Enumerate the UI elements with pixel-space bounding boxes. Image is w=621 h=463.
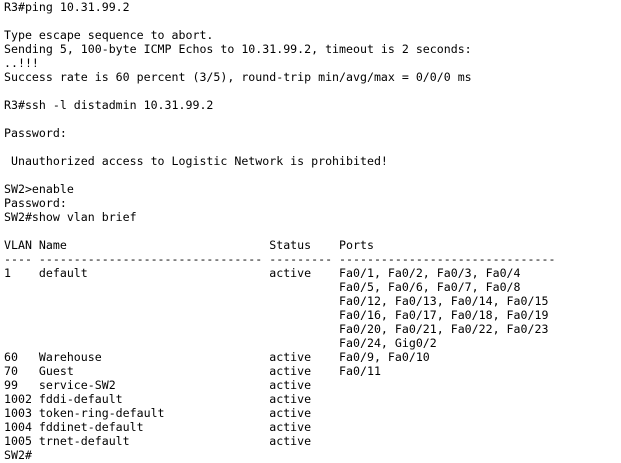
terminal-line: 1 default active Fa0/1, Fa0/2, Fa0/3, Fa…: [4, 266, 521, 280]
terminal-line: Type escape sequence to abort.: [4, 28, 214, 42]
terminal-console[interactable]: R3#ping 10.31.99.2 Type escape sequence …: [0, 0, 621, 463]
terminal-line: Fa0/5, Fa0/6, Fa0/7, Fa0/8: [4, 280, 521, 294]
terminal-line: Password:: [4, 196, 67, 210]
terminal-line: Fa0/12, Fa0/13, Fa0/14, Fa0/15: [4, 294, 549, 308]
terminal-line: SW2#show vlan brief: [4, 210, 137, 224]
terminal-line: R3#ping 10.31.99.2: [4, 0, 130, 14]
terminal-line: R3#ssh -l distadmin 10.31.99.2: [4, 98, 214, 112]
terminal-line: Fa0/20, Fa0/21, Fa0/22, Fa0/23: [4, 322, 549, 336]
terminal-line: 1005 trnet-default active: [4, 434, 312, 448]
terminal-line: Sending 5, 100-byte ICMP Echos to 10.31.…: [4, 42, 472, 56]
terminal-line: VLAN Name Status Ports: [4, 238, 374, 252]
terminal-line: 70 Guest active Fa0/11: [4, 364, 381, 378]
terminal-line: Password:: [4, 126, 67, 140]
terminal-line: 99 service-SW2 active: [4, 378, 312, 392]
terminal-line: Unauthorized access to Logistic Network …: [4, 154, 388, 168]
terminal-line: ..!!!: [4, 56, 39, 70]
terminal-line: Fa0/24, Gig0/2: [4, 336, 437, 350]
terminal-line: 60 Warehouse active Fa0/9, Fa0/10: [4, 350, 430, 364]
terminal-line: Success rate is 60 percent (3/5), round-…: [4, 70, 472, 84]
terminal-line: 1002 fddi-default active: [4, 392, 312, 406]
terminal-line: ---- -------------------------------- --…: [4, 252, 556, 266]
terminal-line: SW2>enable: [4, 182, 74, 196]
terminal-line: 1003 token-ring-default active: [4, 406, 312, 420]
terminal-line: 1004 fddinet-default active: [4, 420, 312, 434]
terminal-prompt[interactable]: SW2#: [4, 448, 621, 462]
terminal-line: Fa0/16, Fa0/17, Fa0/18, Fa0/19: [4, 308, 549, 322]
